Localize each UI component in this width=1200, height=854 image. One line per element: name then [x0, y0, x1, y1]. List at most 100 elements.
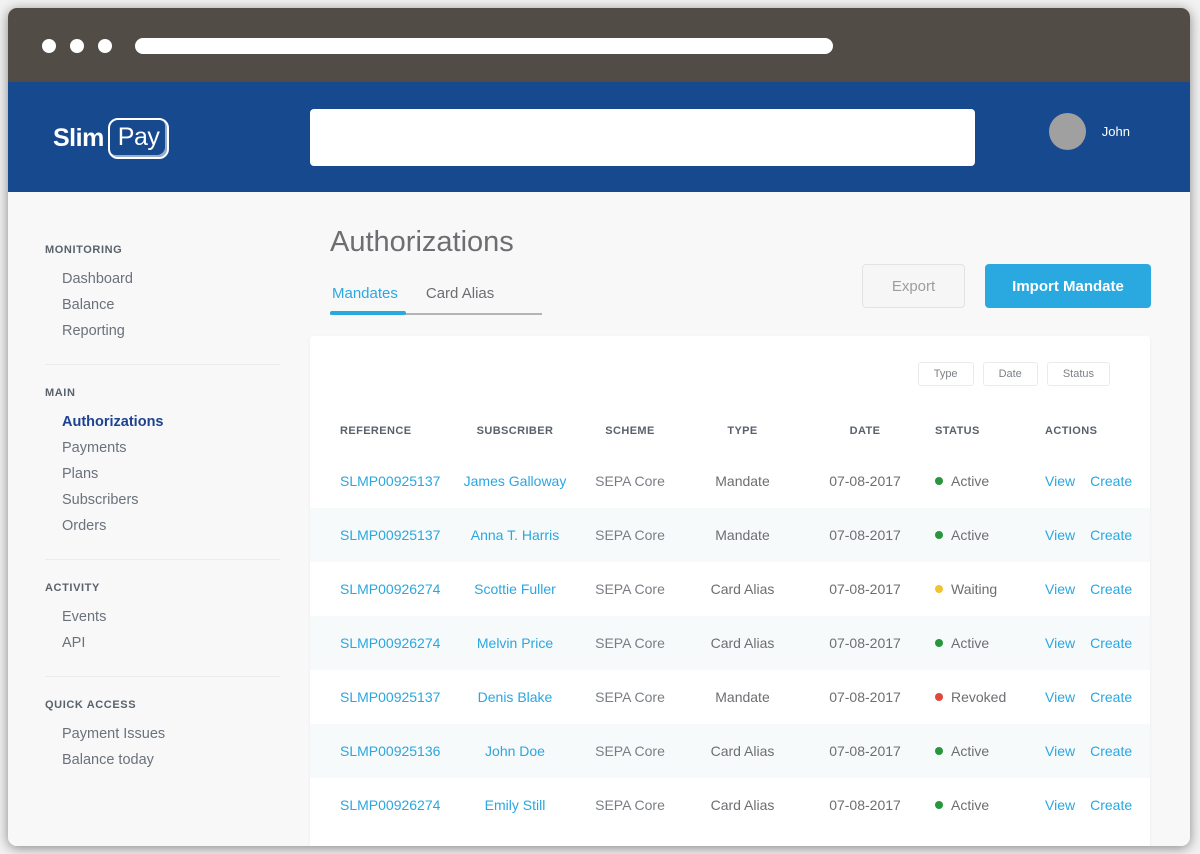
sidebar-nav: Monitoring Dashboard Balance Reporting M…	[8, 192, 310, 846]
sidebar-item-reporting[interactable]: Reporting	[45, 318, 280, 344]
cell-scheme: SEPA Core	[595, 743, 665, 759]
table-row[interactable]: SLMP00926274 Melvin Price SEPA Core Card…	[310, 616, 1150, 670]
view-link[interactable]: View	[1045, 635, 1075, 651]
filter-chip-status[interactable]: Status	[1046, 362, 1110, 386]
status-label: Revoked	[951, 689, 1007, 705]
create-link[interactable]: Create	[1090, 581, 1132, 597]
cell-reference-link[interactable]: SLMP00925137	[340, 689, 460, 705]
sidebar-item-api[interactable]: API	[45, 630, 280, 656]
create-link[interactable]: Create	[1090, 635, 1132, 651]
cell-status: Active	[935, 743, 1045, 759]
cell-subscriber-link[interactable]: Denis Blake	[460, 689, 570, 705]
status-dot-icon	[935, 747, 943, 755]
cell-reference-link[interactable]: SLMP00926274	[340, 797, 460, 813]
sidebar-item-payments[interactable]: Payments	[45, 435, 280, 461]
status-label: Active	[951, 635, 990, 651]
table-row[interactable]: SLMP00925136 John Doe SEPA Core Card Ali…	[310, 724, 1150, 778]
sidebar-list: Dashboard Balance Reporting	[45, 266, 280, 344]
table-row[interactable]: SLMP00926274 Emily Still SEPA Core Card …	[310, 778, 1150, 832]
create-link[interactable]: Create	[1090, 527, 1132, 543]
sidebar-item-balance[interactable]: Balance	[45, 292, 280, 318]
tab-mandates[interactable]: Mandates	[330, 285, 406, 315]
url-bar[interactable]	[135, 38, 833, 54]
view-link[interactable]: View	[1045, 689, 1075, 705]
cell-reference-link[interactable]: SLMP00926274	[340, 635, 460, 651]
sidebar-item-orders[interactable]: Orders	[45, 513, 280, 539]
create-link[interactable]: Create	[1090, 689, 1132, 705]
cell-status: Active	[935, 797, 1045, 813]
cell-type: Card Alias	[710, 581, 775, 597]
avatar[interactable]	[1048, 113, 1086, 150]
table-header-row: Reference Subscriber Scheme Type Date Status A…	[310, 408, 1150, 454]
view-link[interactable]: View	[1045, 527, 1075, 543]
tab-card-alias[interactable]: Card Alias	[426, 285, 494, 314]
sidebar-list: Events API	[45, 604, 280, 656]
sidebar-section-title: Activity	[45, 582, 100, 594]
window-dot-1[interactable]	[42, 39, 56, 53]
sidebar-section: Monitoring Dashboard Balance Reporting	[45, 244, 280, 365]
table-row[interactable]: SLMP00926274 Scottie Fuller SEPA Core Ca…	[310, 562, 1150, 616]
sidebar-item-events[interactable]: Events	[45, 604, 280, 630]
cell-actions: View Create	[1045, 635, 1132, 651]
cell-scheme: SEPA Core	[595, 581, 665, 597]
sidebar-list: Payment Issues Balance today	[45, 721, 280, 773]
view-link[interactable]: View	[1045, 743, 1075, 759]
export-button[interactable]: Export	[862, 264, 965, 308]
cell-status: Waiting	[935, 581, 1045, 597]
table-row[interactable]: SLMP00925137 James Galloway SEPA Core Ma…	[310, 454, 1150, 508]
create-link[interactable]: Create	[1090, 743, 1132, 759]
logo-text-slim: Slim	[53, 124, 104, 152]
browser-mockup-frame: Slim Pay John Monitoring Dashboard Balan…	[8, 8, 1190, 846]
cell-subscriber-link[interactable]: Scottie Fuller	[460, 581, 570, 597]
cell-type: Mandate	[715, 473, 770, 489]
cell-subscriber-link[interactable]: Emily Still	[460, 797, 570, 813]
sidebar-item-authorizations[interactable]: Authorizations	[45, 409, 280, 435]
sidebar-item-payment-issues[interactable]: Payment Issues	[45, 721, 280, 747]
view-link[interactable]: View	[1045, 473, 1075, 489]
page-body: Monitoring Dashboard Balance Reporting M…	[8, 192, 1190, 846]
sidebar-item-dashboard[interactable]: Dashboard	[45, 266, 280, 292]
table-row[interactable]: SLMP00925137 Anna T. Harris SEPA Core Ma…	[310, 508, 1150, 562]
column-header-status: Status	[935, 425, 980, 437]
status-dot-icon	[935, 801, 943, 809]
slimpay-logo[interactable]: Slim Pay	[53, 118, 170, 159]
status-label: Waiting	[951, 581, 998, 597]
sidebar-item-plans[interactable]: Plans	[45, 461, 280, 487]
cell-actions: View Create	[1045, 743, 1132, 759]
view-link[interactable]: View	[1045, 581, 1075, 597]
cell-subscriber-link[interactable]: James Galloway	[460, 473, 570, 489]
cell-reference-link[interactable]: SLMP00925137	[340, 527, 460, 543]
sidebar-section-title: Monitoring	[45, 244, 123, 256]
column-header-scheme: Scheme	[605, 425, 655, 437]
sidebar-section: Quick access Payment Issues Balance toda…	[45, 699, 280, 793]
create-link[interactable]: Create	[1090, 797, 1132, 813]
mandates-table-card: Type Date Status Reference Subscriber Sche…	[310, 336, 1150, 846]
import-mandate-button[interactable]: Import Mandate	[985, 264, 1151, 308]
cell-scheme: SEPA Core	[595, 797, 665, 813]
cell-reference-link[interactable]: SLMP00925136	[340, 743, 460, 759]
cell-reference-link[interactable]: SLMP00926274	[340, 581, 460, 597]
sidebar-item-balance-today[interactable]: Balance today	[45, 747, 280, 773]
view-link[interactable]: View	[1045, 797, 1075, 813]
window-dot-3[interactable]	[98, 39, 112, 53]
filter-chip-date[interactable]: Date	[982, 362, 1038, 386]
cell-scheme: SEPA Core	[595, 527, 665, 543]
cell-subscriber-link[interactable]: Anna T. Harris	[460, 527, 570, 543]
cell-subscriber-link[interactable]: John Doe	[460, 743, 570, 759]
cell-type: Mandate	[715, 527, 770, 543]
app-header: Slim Pay John	[8, 82, 1190, 192]
global-search-input[interactable]	[310, 109, 975, 166]
sidebar-section: Main Authorizations Payments Plans Subsc…	[45, 387, 280, 560]
user-menu[interactable]: John	[1048, 113, 1130, 150]
cell-type: Mandate	[715, 689, 770, 705]
window-dot-2[interactable]	[70, 39, 84, 53]
cell-subscriber-link[interactable]: Melvin Price	[460, 635, 570, 651]
filter-chip-type[interactable]: Type	[917, 362, 974, 386]
sidebar-section: Activity Events API	[45, 582, 280, 677]
sidebar-item-subscribers[interactable]: Subscribers	[45, 487, 280, 513]
cell-reference-link[interactable]: SLMP00925137	[340, 473, 460, 489]
create-link[interactable]: Create	[1090, 473, 1132, 489]
column-header-actions: Actions	[1045, 425, 1098, 437]
cell-type: Card Alias	[710, 797, 775, 813]
table-row[interactable]: SLMP00925137 Denis Blake SEPA Core Manda…	[310, 670, 1150, 724]
